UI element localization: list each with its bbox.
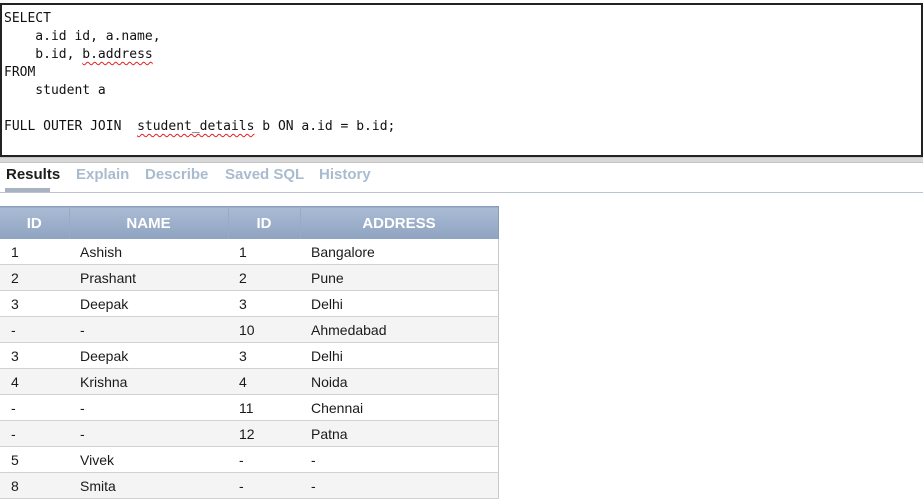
cell-address: -	[300, 472, 499, 499]
column-header-id-2[interactable]: ID	[228, 206, 301, 239]
sql-line-7: FULL OUTER JOIN student_details b ON a.i…	[4, 118, 921, 136]
cell-id: 3	[0, 290, 69, 317]
cell-address: -	[300, 446, 499, 473]
cell-id-2: 4	[228, 368, 300, 395]
table-row: - -12 Patna	[0, 420, 499, 447]
output-tabs: Results Explain Describe Saved SQL Histo…	[0, 164, 923, 193]
tab-results[interactable]: Results	[6, 166, 60, 183]
cell-id: 3	[0, 342, 69, 369]
sql-line-6	[4, 100, 921, 118]
cell-id: -	[0, 420, 69, 447]
cell-name: Deepak	[69, 290, 228, 317]
column-header-address[interactable]: ADDRESS	[300, 206, 499, 239]
results-grid: ID NAME ID ADDRESS 1 Ashish 1 Bangalore 2 Pra…	[0, 206, 499, 502]
cell-address: Delhi	[300, 342, 499, 369]
cell-id-2: 12	[228, 420, 300, 447]
table-row: 3 Deepak 3 Delhi	[0, 290, 499, 317]
cell-id: 5	[0, 446, 69, 473]
cell-id-2: 10	[228, 316, 300, 343]
table-row: - -10 Ahmedabad	[0, 316, 499, 343]
sql-line-2: a.id id, a.name,	[4, 29, 161, 44]
cell-id: 8	[0, 472, 69, 499]
sql-line-1: SELECT	[4, 11, 51, 26]
cell-name: -	[69, 420, 228, 447]
pane-splitter[interactable]	[0, 157, 923, 163]
sql-line-4: FROM	[4, 65, 36, 80]
results-table: ID NAME ID ADDRESS 1 Ashish 1 Bangalore 2 Pra…	[0, 206, 499, 499]
cell-name: Deepak	[69, 342, 228, 369]
sql-line-5: student a	[4, 83, 106, 98]
cell-address: Chennai	[300, 394, 499, 421]
tab-history[interactable]: History	[319, 166, 371, 183]
cell-name: -	[69, 394, 228, 421]
sql-line-3: b.id, b.address	[4, 46, 921, 64]
column-header-id[interactable]: ID	[0, 206, 70, 239]
spellcheck-word: student_details	[137, 119, 255, 134]
cell-address: Ahmedabad	[300, 316, 499, 343]
cell-id: 1	[0, 239, 69, 265]
cell-id-2: 11	[228, 394, 300, 421]
active-tab-indicator	[5, 188, 50, 192]
cell-id-2: 1	[228, 239, 300, 265]
sql-editor[interactable]: SELECT a.id id, a.name, b.id, b.address F…	[0, 3, 923, 157]
cell-address: Bangalore	[300, 239, 499, 265]
sql-code[interactable]: SELECT a.id id, a.name, b.id, b.address F…	[2, 5, 921, 136]
cell-name: Prashant	[69, 264, 228, 291]
table-row: - -11 Chennai	[0, 394, 499, 421]
table-row: 5 Vivek - -	[0, 446, 499, 473]
cell-id-2: -	[228, 446, 300, 473]
cell-name: Smita	[69, 472, 228, 499]
cell-id: -	[0, 316, 69, 343]
tab-explain[interactable]: Explain	[76, 166, 129, 183]
cell-name: -	[69, 316, 228, 343]
cell-address: Delhi	[300, 290, 499, 317]
cell-id: 4	[0, 368, 69, 395]
column-header-name[interactable]: NAME	[69, 206, 229, 239]
cell-address: Patna	[300, 420, 499, 447]
cell-name: Krishna	[69, 368, 228, 395]
cell-address: Noida	[300, 368, 499, 395]
table-row: 1 Ashish 1 Bangalore	[0, 239, 499, 265]
spellcheck-word: b.address	[82, 47, 153, 62]
results-header-row: ID NAME ID ADDRESS	[0, 206, 499, 239]
table-row: 2 Prashant 2 Pune	[0, 264, 499, 291]
cell-id-2: 2	[228, 264, 300, 291]
cell-name: Vivek	[69, 446, 228, 473]
results-body: 1 Ashish 1 Bangalore 2 Prashant 2 Pune 3 Deepak 3 D…	[0, 239, 499, 499]
table-row: 8 Smita - -	[0, 472, 499, 499]
sql-line-7-text: FULL OUTER JOIN student_details b ON a.i…	[4, 119, 396, 134]
tab-saved-sql[interactable]: Saved SQL	[225, 166, 304, 183]
cell-id: -	[0, 394, 69, 421]
table-row: 4 Krishna 4 Noida	[0, 368, 499, 395]
tab-describe[interactable]: Describe	[145, 166, 208, 183]
cell-id-2: -	[228, 472, 300, 499]
cell-id-2: 3	[228, 342, 300, 369]
cell-id-2: 3	[228, 290, 300, 317]
table-row: 3 Deepak 3 Delhi	[0, 342, 499, 369]
cell-name: Ashish	[69, 239, 228, 265]
sql-workshop-window: SELECT a.id id, a.name, b.id, b.address F…	[0, 0, 923, 502]
cell-address: Pune	[300, 264, 499, 291]
cell-id: 2	[0, 264, 69, 291]
sql-line-3-text: b.id, b.address	[4, 47, 153, 62]
